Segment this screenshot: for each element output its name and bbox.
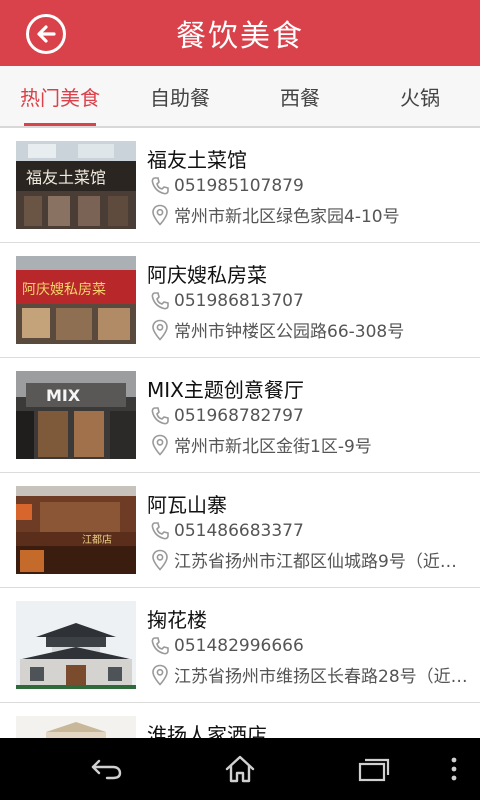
phone-line[interactable]: 051486683377 [150,521,304,541]
tab-buffet[interactable]: 自助餐 [120,66,240,126]
app-header: 餐饮美食 [0,0,480,66]
phone-icon [151,522,169,540]
tab-hot-food[interactable]: 热门美食 [0,66,120,126]
address-line: 江苏省扬州市江都区仙城路9号（近江都商城） [150,547,470,572]
address-text: 江苏省扬州市江都区仙城路9号（近江都商城） [174,552,468,572]
location-pin-icon [152,204,168,226]
restaurant-name: 阿庆嫂私房菜 [147,263,267,287]
phone-number: 051482996666 [174,636,304,656]
phone-line[interactable]: 051985107879 [150,176,304,196]
list-item[interactable]: 掬花楼 051482996666 江苏省扬州市维扬区长春路28号（近瘦西湖） [0,588,480,703]
tab-hotpot[interactable]: 火锅 [360,66,480,126]
phone-number: 051985107879 [174,176,304,196]
restaurant-sign-text: 江都店 [82,533,112,546]
restaurant-name: 阿瓦山寨 [147,493,227,517]
address-text: 常州市新北区绿色家园4-10号 [174,207,400,227]
nav-menu-button[interactable] [434,752,474,786]
restaurant-photo: 江都店 [16,486,136,574]
back-button[interactable] [26,14,66,54]
phone-line[interactable]: 051986813707 [150,291,304,311]
location-pin-icon [152,319,168,341]
back-arrow-icon [37,25,56,43]
restaurant-name: 淮扬人家酒店 [147,723,267,738]
nav-menu-icon [451,757,457,781]
restaurant-photo [16,716,136,738]
location-pin-icon [152,549,168,571]
restaurant-name: MIX主题创意餐厅 [147,378,304,402]
address-text: 常州市钟楼区公园路66-308号 [174,322,405,342]
restaurant-photo: MIX [16,371,136,459]
restaurant-name: 掬花楼 [147,608,207,632]
list-item[interactable]: 阿庆嫂私房菜 阿庆嫂私房菜 051986813707 常州市钟楼区公园路66-3… [0,243,480,358]
phone-icon [151,177,169,195]
restaurant-list: 福友土菜馆 福友土菜馆 051985107879 常州市新北区绿色家园4-10号 [0,128,480,738]
address-text: 常州市新北区金街1区-9号 [174,437,372,457]
phone-line[interactable]: 051968782797 [150,406,304,426]
address-line: 常州市新北区绿色家园4-10号 [150,202,470,227]
nav-home-icon [225,755,255,783]
phone-icon [151,407,169,425]
restaurant-sign-text: 阿庆嫂私房菜 [22,282,106,298]
restaurant-sign-text: 福友土菜馆 [26,168,106,187]
phone-number: 051968782797 [174,406,304,426]
category-tabs: 热门美食 自助餐 西餐 火锅 [0,66,480,128]
phone-icon [151,292,169,310]
list-item[interactable]: 淮扬人家酒店 [0,703,480,738]
system-nav-bar [0,738,480,800]
restaurant-photo: 阿庆嫂私房菜 [16,256,136,344]
location-pin-icon [152,664,168,686]
restaurant-name: 福友土菜馆 [147,148,247,172]
phone-icon [151,637,169,655]
nav-home-button[interactable] [218,752,262,786]
phone-line[interactable]: 051482996666 [150,636,304,656]
restaurant-photo: 福友土菜馆 [16,141,136,229]
phone-number: 051486683377 [174,521,304,541]
restaurant-photo [16,601,136,689]
nav-recent-apps-button[interactable] [352,752,396,786]
list-item[interactable]: 福友土菜馆 福友土菜馆 051985107879 常州市新北区绿色家园4-10号 [0,128,480,243]
page-title: 餐饮美食 [176,19,304,54]
tab-western[interactable]: 西餐 [240,66,360,126]
restaurant-sign-text: MIX [46,386,81,405]
nav-recent-apps-icon [358,758,390,782]
nav-back-button[interactable] [84,752,128,786]
location-pin-icon [152,434,168,456]
list-item[interactable]: MIX MIX主题创意餐厅 051968782797 常州市新北区金街1区-9号 [0,358,480,473]
address-text: 江苏省扬州市维扬区长春路28号（近瘦西湖） [174,667,468,687]
list-item[interactable]: 江都店 阿瓦山寨 051486683377 江苏省扬州市江都区仙城路9号（近江都… [0,473,480,588]
phone-number: 051986813707 [174,291,304,311]
address-line: 常州市新北区金街1区-9号 [150,432,470,457]
address-line: 常州市钟楼区公园路66-308号 [150,317,470,342]
nav-back-icon [91,759,122,780]
address-line: 江苏省扬州市维扬区长春路28号（近瘦西湖） [150,662,470,687]
